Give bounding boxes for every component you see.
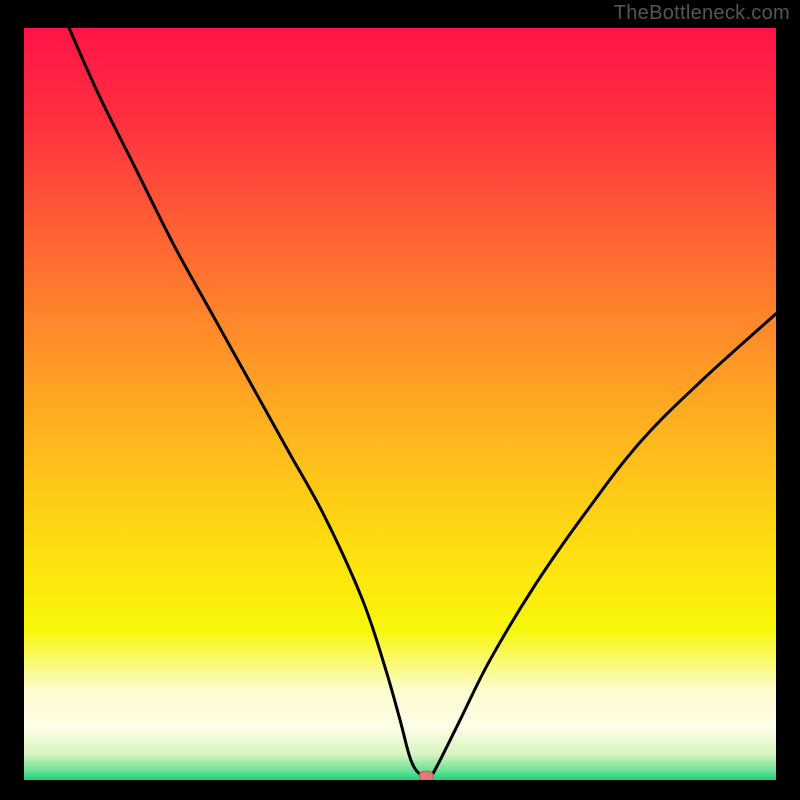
- plot-area: [24, 28, 776, 780]
- optimum-marker: [419, 771, 433, 780]
- chart-frame: TheBottleneck.com: [0, 0, 800, 800]
- gradient-background: [24, 28, 776, 780]
- bottleneck-chart: [24, 28, 776, 780]
- watermark-text: TheBottleneck.com: [614, 2, 790, 25]
